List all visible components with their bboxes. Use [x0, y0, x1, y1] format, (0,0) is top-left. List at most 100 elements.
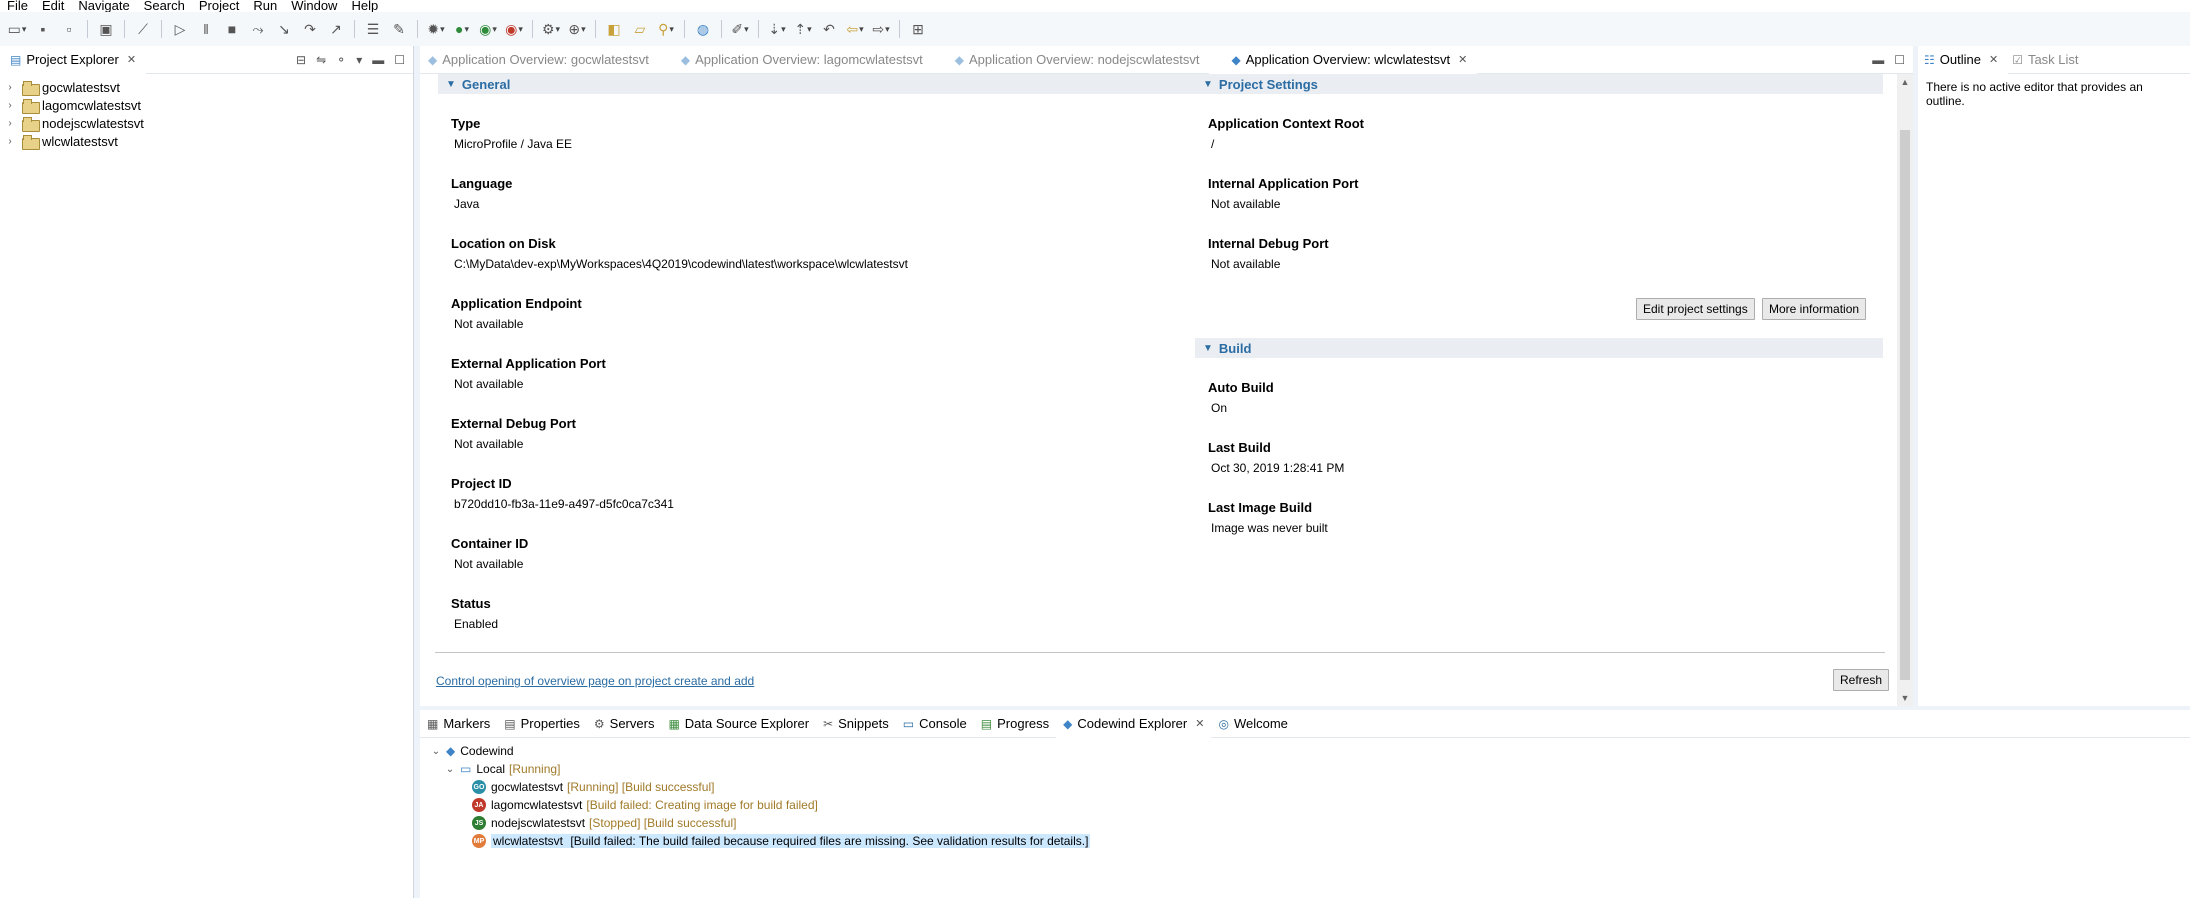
tab-properties[interactable]: ▤ Properties: [497, 710, 587, 738]
editor-scrollbar[interactable]: ▲ ▼: [1897, 74, 1913, 706]
mark-occurrences-icon[interactable]: ✎: [388, 18, 410, 40]
tab-snippets[interactable]: ✂ Snippets: [816, 710, 896, 738]
general-section-header[interactable]: ▼ General: [438, 74, 1200, 94]
tree-item-codewind[interactable]: ⌄ ◆ Codewind: [430, 742, 2190, 760]
menu-navigate[interactable]: Navigate: [71, 0, 136, 12]
previous-annotation-icon[interactable]: ⇡: [792, 18, 814, 40]
menu-edit[interactable]: Edit: [35, 0, 71, 12]
tab-servers[interactable]: ⚙ Servers: [587, 710, 662, 738]
expand-icon[interactable]: ⌄: [430, 746, 442, 757]
skip-breakpoints-icon[interactable]: ⟋: [132, 18, 154, 40]
menu-window[interactable]: Window: [284, 0, 344, 12]
run-icon[interactable]: ●: [451, 18, 473, 40]
menu-help[interactable]: Help: [344, 0, 385, 12]
minimize-icon[interactable]: ▬: [372, 53, 384, 67]
filter-icon[interactable]: ⚬: [336, 53, 346, 67]
tree-item[interactable]: › gocwlatestsvt: [4, 78, 413, 96]
tab-welcome[interactable]: ◎ Welcome: [1211, 710, 1294, 738]
collapse-all-icon[interactable]: ⊟: [296, 53, 306, 67]
menu-search[interactable]: Search: [137, 0, 192, 12]
link-with-editor-icon[interactable]: ⇋: [316, 53, 326, 67]
tree-item-project[interactable]: JA lagomcwlatestsvt [Build failed: Creat…: [430, 796, 2190, 814]
expand-icon[interactable]: ›: [4, 118, 16, 129]
build-section-header[interactable]: ▼ Build: [1195, 338, 1883, 358]
tab-task-list[interactable]: ☑ Task List: [2008, 46, 2088, 74]
close-icon[interactable]: ✕: [1195, 717, 1204, 730]
field-label: Application Endpoint: [451, 296, 582, 311]
close-icon[interactable]: ✕: [1458, 53, 1467, 66]
menu-project[interactable]: Project: [192, 0, 246, 12]
minimize-icon[interactable]: ▬: [1872, 53, 1884, 67]
search-icon[interactable]: ⚲: [655, 18, 677, 40]
selected-project-row[interactable]: wlcwlatestsvt [Build failed: The build f…: [491, 834, 1091, 848]
expand-icon[interactable]: ⌄: [444, 764, 456, 775]
menu-file[interactable]: File: [0, 0, 35, 12]
suspend-icon[interactable]: ‖: [195, 18, 217, 40]
menu-run[interactable]: Run: [246, 0, 284, 12]
open-perspective-icon[interactable]: ⊞: [907, 18, 929, 40]
tab-project-explorer[interactable]: ▤ Project Explorer ✕: [0, 45, 147, 74]
new-icon[interactable]: ▭: [6, 18, 28, 40]
project-explorer-panel: ▤ Project Explorer ✕ ⊟ ⇋ ⚬ ▾ ▬ ☐ › gocwl…: [0, 45, 414, 898]
field-internal-app-port: Internal Application Port Not available: [1208, 176, 1358, 212]
more-information-button[interactable]: More information: [1762, 298, 1867, 320]
tab-overview-nodejs[interactable]: ◆ Application Overview: nodejscwlatestsv…: [933, 46, 1210, 74]
expand-icon[interactable]: ›: [4, 136, 16, 147]
annotation-icon[interactable]: ✐: [729, 18, 751, 40]
tree-item-project[interactable]: JS nodejscwlatestsvt [Stopped] [Build su…: [430, 814, 2190, 832]
globe-icon[interactable]: ◍: [692, 18, 714, 40]
next-annotation-icon[interactable]: ⇣: [766, 18, 788, 40]
scroll-down-icon[interactable]: ▼: [1897, 690, 1913, 706]
refresh-button[interactable]: Refresh: [1833, 669, 1890, 691]
view-menu-icon[interactable]: ▾: [356, 53, 362, 67]
disconnect-icon[interactable]: ⤳: [247, 18, 269, 40]
open-type-icon[interactable]: ◧: [603, 18, 625, 40]
save-icon[interactable]: ▪: [32, 18, 54, 40]
tab-overview-wl[interactable]: ◆ Application Overview: wlcwlatestsvt ✕: [1209, 45, 1478, 74]
tab-outline[interactable]: ☷ Outline ✕: [1918, 45, 2009, 74]
tree-item[interactable]: › lagomcwlatestsvt: [4, 96, 413, 114]
divider: [435, 652, 1885, 653]
new-server-icon[interactable]: ⚙: [540, 18, 562, 40]
toggle-list-icon[interactable]: ☰: [362, 18, 384, 40]
scroll-up-icon[interactable]: ▲: [1897, 74, 1913, 90]
external-tools-icon[interactable]: ◉: [503, 18, 525, 40]
step-into-icon[interactable]: ↘: [273, 18, 295, 40]
close-icon[interactable]: ✕: [127, 53, 136, 66]
tab-codewind-explorer[interactable]: ◆ Codewind Explorer ✕: [1056, 709, 1212, 738]
terminate-icon[interactable]: ■: [221, 18, 243, 40]
open-folder-icon[interactable]: ▱: [629, 18, 651, 40]
maximize-icon[interactable]: ☐: [394, 53, 405, 67]
tab-progress[interactable]: ▤ Progress: [974, 710, 1056, 738]
tab-console[interactable]: ▭ Console: [896, 710, 974, 738]
back-icon[interactable]: ⇦: [844, 18, 866, 40]
project-settings-section-header[interactable]: ▼ Project Settings: [1195, 74, 1883, 94]
expand-icon[interactable]: ›: [4, 82, 16, 93]
maximize-icon[interactable]: ☐: [1894, 53, 1905, 67]
tab-markers[interactable]: ▦ Markers: [420, 710, 497, 738]
tab-overview-lagom[interactable]: ◆ Application Overview: lagomcwlatestsvt: [659, 46, 933, 74]
tree-item-project[interactable]: MP wlcwlatestsvt [Build failed: The buil…: [430, 832, 2190, 850]
close-icon[interactable]: ✕: [1989, 53, 1998, 66]
edit-project-settings-button[interactable]: Edit project settings: [1636, 298, 1755, 320]
step-return-icon[interactable]: ↗: [325, 18, 347, 40]
scroll-thumb[interactable]: [1900, 130, 1910, 680]
resume-icon[interactable]: ▷: [169, 18, 191, 40]
tree-item[interactable]: › wlcwlatestsvt: [4, 132, 413, 150]
coverage-icon[interactable]: ◉: [477, 18, 499, 40]
new-class-icon[interactable]: ⊕: [566, 18, 588, 40]
step-over-icon[interactable]: ↷: [299, 18, 321, 40]
tab-data-source-explorer[interactable]: ▦ Data Source Explorer: [661, 710, 816, 738]
tree-item-local[interactable]: ⌄ ▭ Local [Running]: [430, 760, 2190, 778]
tab-overview-go[interactable]: ◆ Application Overview: gocwlatestsvt: [420, 46, 659, 74]
collapse-arrow-icon: ▼: [1203, 78, 1213, 90]
expand-icon[interactable]: ›: [4, 100, 16, 111]
save-all-icon[interactable]: ▫: [58, 18, 80, 40]
last-edit-icon[interactable]: ↶: [818, 18, 840, 40]
forward-icon[interactable]: ⇨: [870, 18, 892, 40]
tree-item[interactable]: › nodejscwlatestsvt: [4, 114, 413, 132]
control-overview-link[interactable]: Control opening of overview page on proj…: [436, 674, 754, 688]
debug-icon[interactable]: ✹: [425, 18, 447, 40]
tree-item-project[interactable]: GO gocwlatestsvt [Running] [Build succes…: [430, 778, 2190, 796]
terminal-icon[interactable]: ▣: [95, 18, 117, 40]
